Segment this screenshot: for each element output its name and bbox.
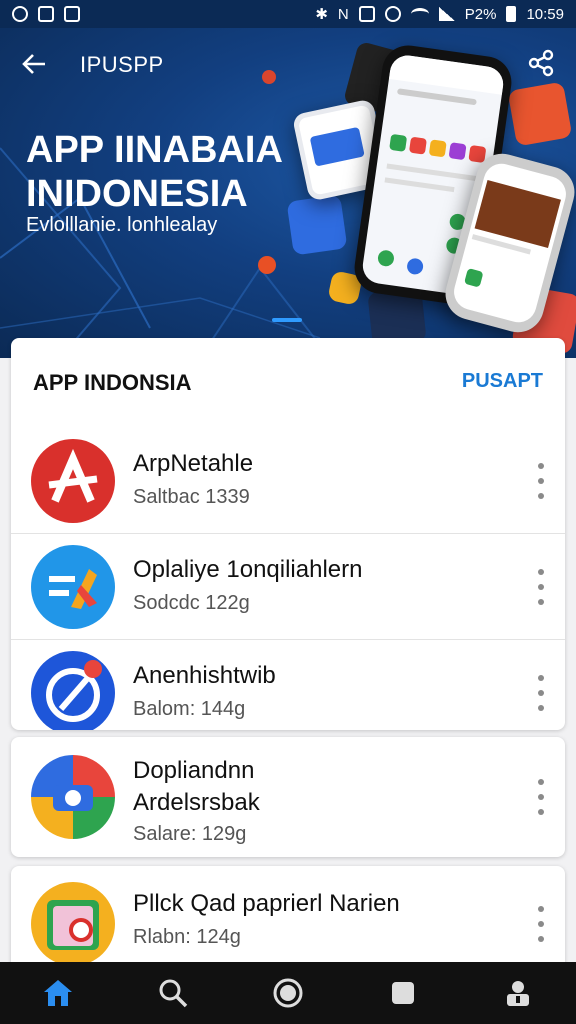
settings-icon: [12, 6, 28, 22]
carousel-indicator: [272, 318, 302, 322]
bluetooth-icon: ✱: [315, 6, 328, 23]
nav-home-button[interactable]: [38, 973, 78, 1013]
status-bar: ✱ N P2% 10:59: [0, 0, 576, 28]
app-compass-logo-icon: [46, 659, 102, 722]
app-icon: [31, 755, 115, 839]
square-icon: [392, 982, 415, 1004]
section-action-link[interactable]: PUSAPT: [462, 370, 543, 393]
app-meta: Balom: 144g: [133, 698, 246, 720]
app-camera-logo-icon: [53, 785, 93, 811]
list-item[interactable]: Oplaliye 1onqiliahlern Sodcdc 122g: [11, 534, 565, 640]
more-options-button[interactable]: [537, 462, 545, 499]
home-icon: [43, 980, 72, 1006]
bottom-navigation: [0, 962, 576, 1024]
app-meta: Rlabn: 124g: [133, 926, 241, 948]
record-icon: [273, 978, 303, 1008]
profile-icon: [507, 981, 530, 1006]
app-folder-logo-icon: [47, 900, 99, 950]
wifi-icon: [410, 8, 429, 20]
app-list-card: APP INDONSIA PUSAPT ArpNetahle Saltbac 1…: [11, 338, 565, 730]
hero-heading-line2: INIDONESIA: [26, 173, 248, 215]
list-item[interactable]: Anenhishtwib Balom: 144g: [11, 640, 565, 730]
nav-search-button[interactable]: [153, 973, 193, 1013]
more-options-button[interactable]: [537, 779, 545, 815]
more-options-button[interactable]: [537, 674, 545, 711]
search-icon: [159, 979, 188, 1008]
more-options-button[interactable]: [537, 906, 545, 942]
nav-record-button[interactable]: [268, 973, 308, 1013]
back-button[interactable]: [18, 48, 50, 80]
sync-icon: [384, 6, 401, 22]
app-name: Anenhishtwib: [133, 662, 276, 689]
nav-profile-button[interactable]: [498, 973, 538, 1013]
hero-banner: IPUSPP APP IINABAIA INIDONESIA Evlolllan…: [0, 28, 576, 358]
nfc-icon: N: [337, 5, 349, 23]
image-icon: [64, 6, 80, 22]
more-options-button[interactable]: [537, 568, 545, 605]
hero-heading-line1: APP IINABAIA: [26, 129, 283, 171]
app-meta: Saltbac 1339: [133, 486, 250, 508]
share-icon: [528, 49, 554, 77]
hero-heading: APP IINABAIA INIDONESIA: [26, 128, 326, 216]
app-arrow-logo-icon: [49, 568, 97, 609]
app-tile-decoration: [262, 70, 276, 84]
app-title: IPUSPP: [80, 52, 164, 77]
app-name: Pllck Qad paprierl Narien: [133, 890, 400, 917]
app-name: Dopliandnn: [133, 757, 255, 784]
alarm-icon: [358, 6, 375, 22]
nav-library-button[interactable]: [383, 973, 423, 1013]
back-arrow-icon: [22, 54, 45, 74]
app-name: Oplaliye 1onqiliahlern: [133, 556, 363, 583]
app-name-line2: Ardelsrsbak: [133, 789, 260, 816]
clock: 10:59: [526, 5, 564, 23]
app-tile-decoration: [507, 81, 573, 147]
app-name: ArpNetahle: [133, 450, 254, 477]
signal-icon: [438, 7, 455, 21]
share-button[interactable]: [526, 48, 558, 80]
hero-subtitle: Evlolllanie. lonhlealay: [26, 214, 218, 236]
mail-icon: [38, 6, 54, 22]
app-meta: Sodcdc 122g: [133, 592, 250, 614]
app-icon: [31, 438, 115, 523]
app-icon: [31, 882, 115, 966]
app-list-card: Dopliandnn Ardelsrsbak Salare: 129g: [11, 737, 565, 857]
app-tile-decoration: [286, 194, 348, 256]
app-icon: [31, 650, 115, 730]
list-item[interactable]: ArpNetahle Saltbac 1339: [11, 428, 565, 534]
app-icon: [31, 544, 115, 629]
section-title: APP INDONSIA: [33, 370, 192, 395]
card-header: APP INDONSIA PUSAPT: [11, 338, 565, 428]
list-item[interactable]: Dopliandnn Ardelsrsbak Salare: 129g: [11, 737, 565, 857]
app-a-logo-icon: [48, 448, 98, 503]
app-tile-decoration: [258, 256, 276, 274]
battery-text: P2%: [464, 5, 497, 23]
app-meta: Salare: 129g: [133, 823, 247, 845]
battery-icon: [506, 6, 517, 22]
